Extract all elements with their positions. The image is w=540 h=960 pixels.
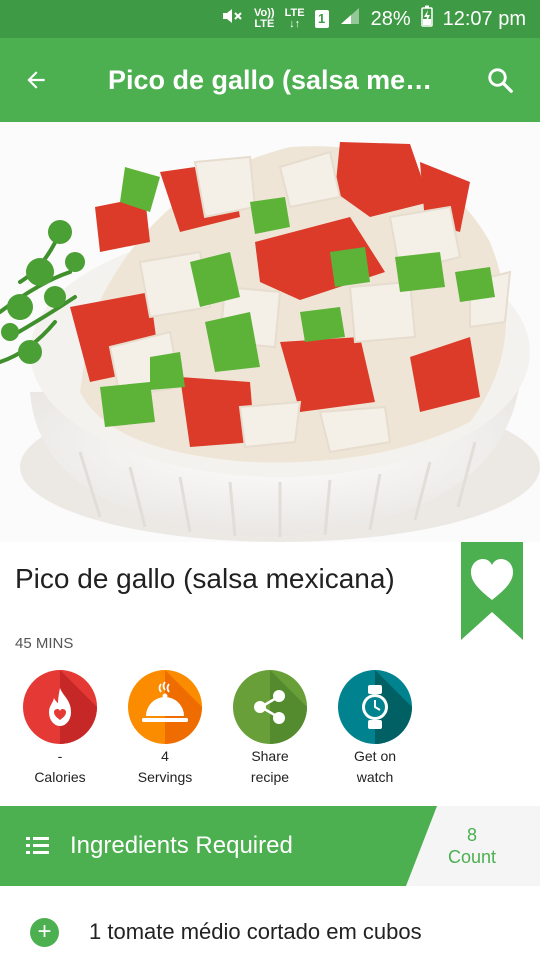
calories-circle [23, 670, 97, 744]
recipe-title: Pico de gallo (salsa mexicana) [15, 563, 395, 594]
servings-circle [128, 670, 202, 744]
share-circle [233, 670, 307, 744]
calories-button[interactable]: - Calories [10, 670, 110, 786]
share-recipe-button[interactable]: Share recipe [220, 670, 320, 786]
recipe-photo [0, 122, 540, 542]
battery-charging-icon [420, 5, 433, 33]
volte-indicator: Vo)) LTE [254, 7, 275, 30]
calories-label: Calories [34, 769, 86, 785]
ingredient-text: 1 tomate médio cortado em cubos [89, 919, 422, 944]
lte-indicator: LTE ↓↑ [284, 7, 305, 30]
arrow-back-icon [27, 71, 45, 89]
ingredients-title: Ingredients Required [70, 832, 293, 859]
clock: 12:07 pm [442, 7, 526, 30]
get-on-watch-button[interactable]: Get on watch [325, 670, 425, 786]
ingredients-header: Ingredients Required 8 Count [0, 806, 540, 886]
watch-label-top: Get on [353, 748, 397, 764]
servings-button[interactable]: 4 Servings [115, 670, 215, 786]
share-label-bottom: recipe [250, 769, 290, 785]
ingredients-count: 8 Count [436, 824, 508, 868]
watch-label-bottom: watch [356, 769, 394, 785]
servings-value: 4 [161, 748, 169, 764]
flame-heart-icon [49, 670, 97, 744]
servings-label: Servings [137, 769, 193, 785]
list-icon [26, 837, 49, 854]
recipe-info-card: Pico de gallo (salsa mexicana) 45 MINS -… [0, 542, 540, 806]
app-bar: Pico de gallo (salsa me… [0, 38, 540, 122]
app-bar-title: Pico de gallo (salsa me… [108, 64, 433, 95]
ingredient-item[interactable]: + 1 tomate médio cortado em cubos [0, 886, 540, 960]
mute-icon [220, 6, 244, 32]
search-button[interactable] [460, 38, 540, 122]
status-bar: Vo)) LTE LTE ↓↑ 1 28% 12:07 pm [0, 0, 540, 38]
back-button[interactable] [0, 38, 72, 122]
battery-percent: 28% [370, 7, 411, 30]
favorite-button[interactable] [461, 542, 523, 640]
calories-value: - [57, 748, 63, 764]
heart-bookmark-icon [461, 542, 523, 640]
cloche-icon [142, 670, 202, 744]
sim-indicator: 1 [314, 10, 329, 28]
share-icon [254, 670, 307, 744]
share-label-top: Share [251, 748, 289, 764]
watch-icon [362, 670, 412, 744]
search-icon [488, 68, 513, 93]
add-ingredient-icon[interactable]: + [30, 918, 59, 947]
ingredients-count-value: 8 [466, 825, 477, 845]
ingredients-count-label: Count [447, 847, 497, 867]
signal-icon [339, 6, 361, 32]
watch-circle [338, 670, 412, 744]
recipe-duration: 45 MINS [15, 635, 74, 652]
